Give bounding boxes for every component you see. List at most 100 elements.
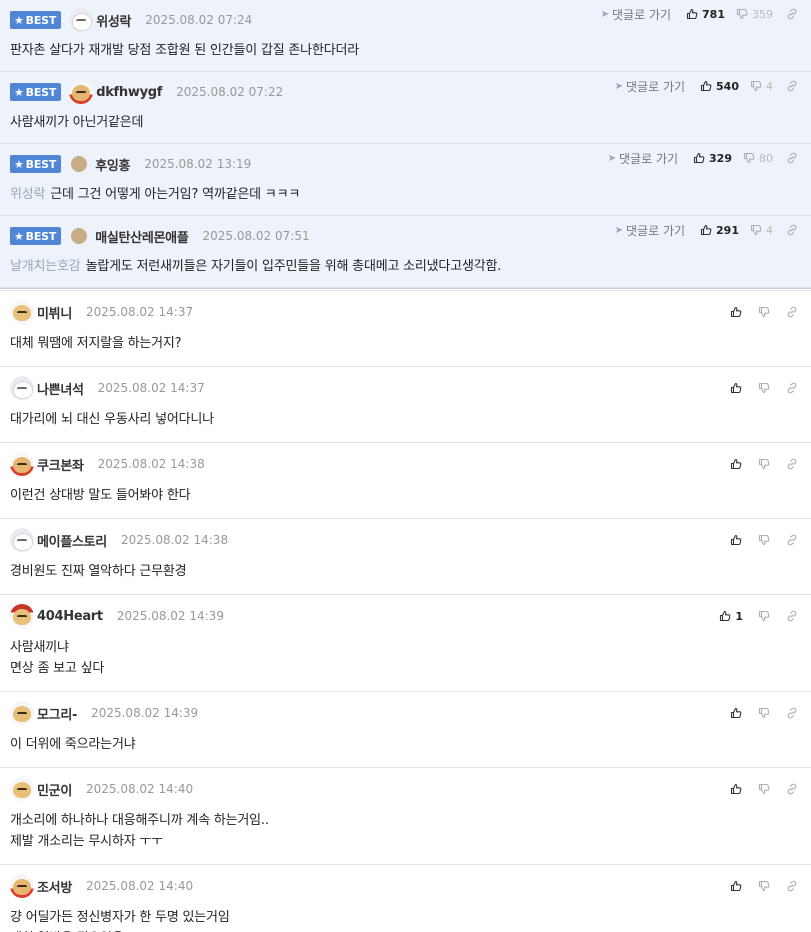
puppy-icon[interactable]: [10, 777, 34, 801]
copy-link-button[interactable]: [785, 609, 799, 623]
puppy-white-icon[interactable]: [10, 528, 34, 552]
copy-link-button[interactable]: [785, 706, 799, 720]
thumbs-down-icon: [749, 79, 763, 93]
comment-text: 걍 어딜가든 정신병자가 한 두명 있는거임: [10, 910, 230, 925]
upvote-button[interactable]: 1: [718, 609, 743, 623]
comment-actions: [729, 291, 801, 333]
thumbs-up-icon: [718, 609, 732, 623]
puppy-icon[interactable]: [10, 701, 34, 725]
copy-link-button[interactable]: [785, 381, 799, 395]
upvote-count: 291: [716, 223, 739, 237]
mention-tag[interactable]: 날개치는호감: [10, 259, 81, 274]
comment-body: 날개치는호감 놀랍게도 저런새끼들은 자기들이 입주민들을 위해 총대메고 소리냈…: [10, 256, 801, 287]
nickname[interactable]: 조서방: [37, 877, 72, 896]
copy-link-button[interactable]: [785, 782, 799, 796]
downvote-button[interactable]: [757, 381, 771, 395]
nickname[interactable]: 민군이: [37, 780, 72, 799]
comment: 조서방 2025.08.02 14:40 걍 어딜가든 정신병자가 한 두명 있는거…: [0, 865, 811, 932]
go-to-reply-link[interactable]: ➤ 댓글로 가기: [615, 222, 685, 239]
copy-link-button[interactable]: [785, 305, 799, 319]
upvote-button[interactable]: [729, 879, 743, 893]
puppy-icon[interactable]: [10, 300, 34, 324]
comment-text: 놀랍게도 저런새끼들은 자기들이 입주민들을 위해 총대메고 소리냈다고생각함.: [85, 259, 502, 274]
nickname[interactable]: 매실탄산레몬애플: [95, 227, 189, 246]
comment: 메이플스토리 2025.08.02 14:38 경비원도 진짜 열악하다 근무환경: [0, 519, 811, 595]
downvote-button[interactable]: 4: [749, 223, 773, 237]
timestamp: 2025.08.02 14:37: [97, 381, 205, 395]
go-to-reply-label: 댓글로 가기: [619, 151, 679, 166]
nickname[interactable]: 메이플스토리: [37, 531, 107, 550]
thumbs-up-icon: [729, 879, 743, 893]
downvote-button[interactable]: 359: [735, 7, 773, 21]
nickname[interactable]: 쿠크본좌: [37, 455, 84, 474]
copy-link-button[interactable]: [785, 879, 799, 893]
nickname[interactable]: 모그리-: [37, 704, 77, 723]
upvote-button[interactable]: [729, 533, 743, 547]
go-to-reply-link[interactable]: ➤ 댓글로 가기: [615, 78, 685, 95]
comment-text: 대체 뭐땜에 저지랄을 하는거지?: [10, 336, 182, 351]
nickname[interactable]: 후잉홍: [95, 155, 130, 174]
thumbs-up-icon: [729, 782, 743, 796]
copy-link-button[interactable]: [785, 151, 799, 165]
comment-text: 면상 좀 보고 싶다: [10, 661, 105, 676]
comment-text-line: 대체 뭐땜에 저지랄을 하는거지?: [10, 333, 801, 354]
upvote-button[interactable]: [729, 706, 743, 720]
thumbs-down-icon: [757, 706, 771, 720]
downvote-button[interactable]: [757, 533, 771, 547]
thumbs-down-icon: [757, 381, 771, 395]
upvote-button[interactable]: 540: [699, 79, 739, 93]
comment-actions: ➤ 댓글로 가기 291 4: [615, 210, 801, 250]
downvote-button[interactable]: [757, 782, 771, 796]
downvote-button[interactable]: [757, 706, 771, 720]
comment: 모그리- 2025.08.02 14:39 이 더위에 죽으라는거냐: [0, 692, 811, 768]
nickname[interactable]: 나쁜녀석: [37, 379, 84, 398]
comment-text: 사람새끼가 아닌거같은데: [10, 115, 144, 130]
comment-text: 판자촌 살다가 재개발 당점 조합원 된 인간들이 갑질 존나한다더라: [10, 43, 359, 58]
copy-link-button[interactable]: [785, 79, 799, 93]
thumbs-up-icon: [729, 305, 743, 319]
copy-link-button[interactable]: [785, 533, 799, 547]
puppy-red-icon[interactable]: [10, 452, 34, 476]
downvote-button[interactable]: [757, 457, 771, 471]
downvote-button[interactable]: 80: [742, 151, 773, 165]
downvote-button[interactable]: [757, 609, 771, 623]
puppy-red-icon[interactable]: [10, 874, 34, 898]
downvote-button[interactable]: 4: [749, 79, 773, 93]
timestamp: 2025.08.02 07:51: [202, 229, 310, 243]
upvote-button[interactable]: 329: [692, 151, 732, 165]
downvote-button[interactable]: [757, 879, 771, 893]
nickname[interactable]: 위성락: [96, 11, 131, 30]
best-comment: ★ BEST dkfhwygf 2025.08.02 07:22 ➤ 댓글로 가기 540 4…: [0, 72, 811, 144]
nickname[interactable]: 404Heart: [37, 609, 103, 624]
go-to-reply-label: 댓글로 가기: [626, 223, 686, 238]
comment-header: 메이플스토리 2025.08.02 14:38: [10, 519, 801, 561]
comment-actions: [729, 519, 801, 561]
puppy-red-icon[interactable]: [69, 80, 94, 104]
comment-text: 제발 개소리는 무시하자 ㅜㅜ: [10, 834, 163, 849]
downvote-button[interactable]: [757, 305, 771, 319]
upvote-button[interactable]: 781: [685, 7, 725, 21]
downvote-count: 359: [752, 7, 773, 21]
upvote-button[interactable]: [729, 381, 743, 395]
comment-header: ★ BEST 위성락 2025.08.02 07:24 ➤ 댓글로 가기 781 359: [10, 0, 801, 40]
mention-tag[interactable]: 위성락: [10, 187, 45, 202]
go-to-reply-link[interactable]: ➤ 댓글로 가기: [601, 6, 671, 23]
upvote-button[interactable]: [729, 305, 743, 319]
comment-text-line: 면상 좀 보고 싶다: [10, 658, 801, 679]
dot-icon[interactable]: [71, 156, 88, 172]
copy-link-button[interactable]: [785, 7, 799, 21]
nickname[interactable]: 미뷔니: [37, 303, 72, 322]
upvote-button[interactable]: [729, 782, 743, 796]
copy-link-button[interactable]: [785, 457, 799, 471]
puppy-white-icon[interactable]: [10, 376, 34, 400]
upvote-button[interactable]: 291: [699, 223, 739, 237]
copy-link-button[interactable]: [785, 223, 799, 237]
puppy-hat-icon[interactable]: [10, 604, 34, 628]
puppy-white-icon[interactable]: [69, 8, 94, 32]
dot-icon[interactable]: [71, 228, 88, 244]
nickname[interactable]: dkfhwygf: [96, 85, 162, 100]
upvote-button[interactable]: [729, 457, 743, 471]
go-to-reply-link[interactable]: ➤ 댓글로 가기: [608, 150, 678, 167]
thumbs-up-icon: [729, 706, 743, 720]
comment-actions: [729, 367, 801, 409]
